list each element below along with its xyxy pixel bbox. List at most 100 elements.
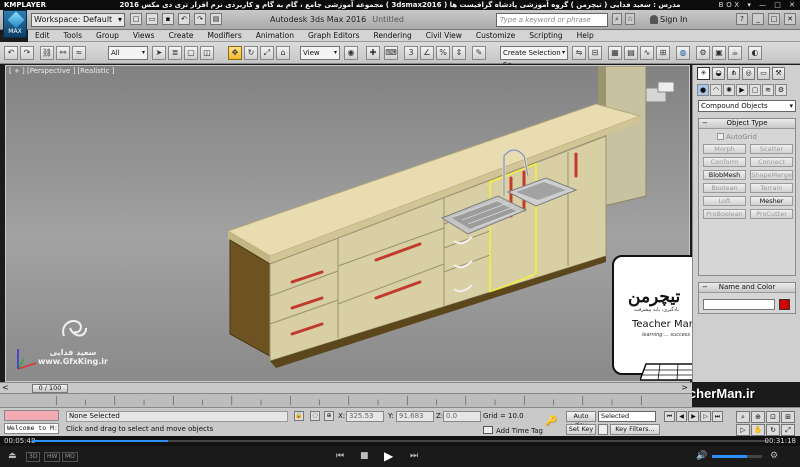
undo-arrow-icon[interactable]: ↶ [4,46,18,60]
undo-icon[interactable]: ↶ [178,13,190,25]
name-and-color-rollout-header[interactable]: − Name and Color [699,283,795,293]
reference-coordinate-dropdown[interactable]: View ▾ [300,46,340,60]
select-and-scale-icon[interactable]: ⤢ [260,46,274,60]
orbit-icon[interactable]: ↻ [766,424,780,436]
z-coordinate-field[interactable]: 0.0 [443,411,481,422]
rectangular-selection-icon[interactable]: ▢ [184,46,198,60]
time-slider-thumb[interactable]: 0 / 100 [32,384,68,393]
lights-icon[interactable]: ✺ [723,84,735,96]
go-to-start-icon[interactable]: ⏮ [664,411,675,422]
object-name-field[interactable] [703,299,775,310]
schematic-view-icon[interactable]: ⊞ [656,46,670,60]
redo-icon[interactable]: ↷ [194,13,206,25]
maximize-icon[interactable]: □ [768,13,780,25]
helpers-icon[interactable]: ▢ [749,84,761,96]
project-folder-icon[interactable]: ▤ [210,13,222,25]
next-frame-icon[interactable]: ▷ [700,411,711,422]
menu-group[interactable]: Group [89,30,126,41]
player-window-buttons[interactable]: BOX ▾ — □ ✕ [719,0,798,10]
play-animation-icon[interactable]: ▶ [688,411,699,422]
select-and-move-icon[interactable]: ✥ [228,46,242,60]
cameras-icon[interactable]: ▶ [736,84,748,96]
app-menu-button[interactable]: MAX [3,10,27,38]
pan-view-icon[interactable]: ✋ [751,424,765,436]
select-manipulate-icon[interactable]: ✚ [366,46,380,60]
menu-customize[interactable]: Customize [469,30,522,41]
selection-lock-icon[interactable]: 🔒 [294,411,304,421]
player-play-icon[interactable]: ▶ [384,449,393,463]
selection-filter-dropdown[interactable]: All ▾ [108,46,148,60]
menu-modifiers[interactable]: Modifiers [201,30,249,41]
mirror-icon[interactable]: ⇋ [572,46,586,60]
player-prev-icon[interactable]: ⏮ [336,451,344,461]
add-time-tag-button[interactable]: Add Time Tag [483,426,543,435]
player-seek-bar[interactable] [32,440,768,442]
open-file-icon[interactable]: ▭ [146,13,158,25]
curve-editor-icon[interactable]: ∿ [640,46,654,60]
new-file-icon[interactable]: □ [130,13,142,25]
link-icon[interactable]: ⛓ [40,46,54,60]
select-and-place-icon[interactable]: ⌂ [276,46,290,60]
spinner-snap-icon[interactable]: ⇕ [452,46,466,60]
keyboard-shortcut-toggle-icon[interactable]: ⌨ [384,46,398,60]
y-coordinate-field[interactable]: 91.683 [396,411,434,422]
set-key-button[interactable]: Set Key [566,424,596,435]
object-color-swatch[interactable] [779,299,790,310]
percent-snap-icon[interactable]: % [436,46,450,60]
bind-space-warp-icon[interactable]: ≈ [72,46,86,60]
player-next-icon[interactable]: ⏭ [410,451,418,461]
menu-create[interactable]: Create [162,30,201,41]
x-coordinate-field[interactable]: 325.53 [346,411,384,422]
layer-manager-icon[interactable]: ▦ [608,46,622,60]
auto-key-button[interactable]: Auto Key [566,411,596,429]
menu-civil-view[interactable]: Civil View [419,30,469,41]
menu-tools[interactable]: Tools [57,30,89,41]
render-iterative-icon[interactable]: ◐ [748,46,762,60]
zoom-all-icon[interactable]: ⊕ [751,411,765,423]
display-tab-icon[interactable]: ▭ [757,67,770,80]
player-speaker-icon[interactable]: 🔊 [696,451,707,461]
compound-loft-button[interactable]: Loft [703,196,746,206]
menu-animation[interactable]: Animation [249,30,301,41]
hierarchy-tab-icon[interactable]: ⋔ [727,67,740,80]
maximize-viewport-icon[interactable]: ⤢ [781,424,795,436]
isolate-selection-icon[interactable]: ◌ [310,411,320,421]
menu-edit[interactable]: Edit [28,30,57,41]
pivot-center-icon[interactable]: ◉ [344,46,358,60]
select-by-name-icon[interactable]: ≣ [168,46,182,60]
workspace-dropdown[interactable]: Workspace: Default ▾ [31,13,125,27]
set-keys-icon[interactable] [598,424,608,435]
unlink-icon[interactable]: ⚯ [56,46,70,60]
player-volume-slider[interactable] [712,455,762,458]
track-bar[interactable] [0,393,692,407]
compound-proboolean-button[interactable]: ProBoolean [703,209,746,219]
zoom-extents-icon[interactable]: ⊡ [766,411,780,423]
shapes-icon[interactable]: ◠ [710,84,722,96]
absolute-mode-icon[interactable]: ⊕ [324,411,334,421]
compound-conform-button[interactable]: Conform [703,157,746,167]
go-to-end-icon[interactable]: ⏭ [712,411,723,422]
player-eject-icon[interactable]: ⏏ [8,451,17,461]
favorites-icon[interactable]: ☆ [625,13,635,25]
key-filters-button[interactable]: Key Filters... [610,424,660,435]
close-icon[interactable]: ✕ [784,13,796,25]
player-settings-icon[interactable]: ⚙ [770,451,778,461]
motion-tab-icon[interactable]: ◎ [742,67,755,80]
compound-morph-button[interactable]: Morph [703,144,746,154]
render-production-icon[interactable]: ☕ [728,46,742,60]
viewport-label[interactable]: [ + ] [Perspective ] [Realistic ] [9,67,114,75]
render-setup-icon[interactable]: ⚙ [696,46,710,60]
player-hw-badge[interactable]: HW [44,452,61,462]
compound-blobmesh-button[interactable]: BlobMesh [703,170,746,180]
autogrid-checkbox[interactable]: AutoGrid [717,133,757,141]
systems-icon[interactable]: ⚙ [775,84,787,96]
compound-shapemerge-button[interactable]: ShapeMerge [750,170,793,180]
object-type-rollout-header[interactable]: − Object Type [699,119,795,129]
utilities-tab-icon[interactable]: ⚒ [772,67,785,80]
create-tab-icon[interactable]: ✳ [697,67,710,80]
compound-scatter-button[interactable]: Scatter [750,144,793,154]
compound-terrain-button[interactable]: Terrain [750,183,793,193]
material-editor-icon[interactable]: ◍ [676,46,690,60]
edit-named-selection-icon[interactable]: ✎ [472,46,486,60]
search-input[interactable]: Type a keyword or phrase [496,13,608,27]
